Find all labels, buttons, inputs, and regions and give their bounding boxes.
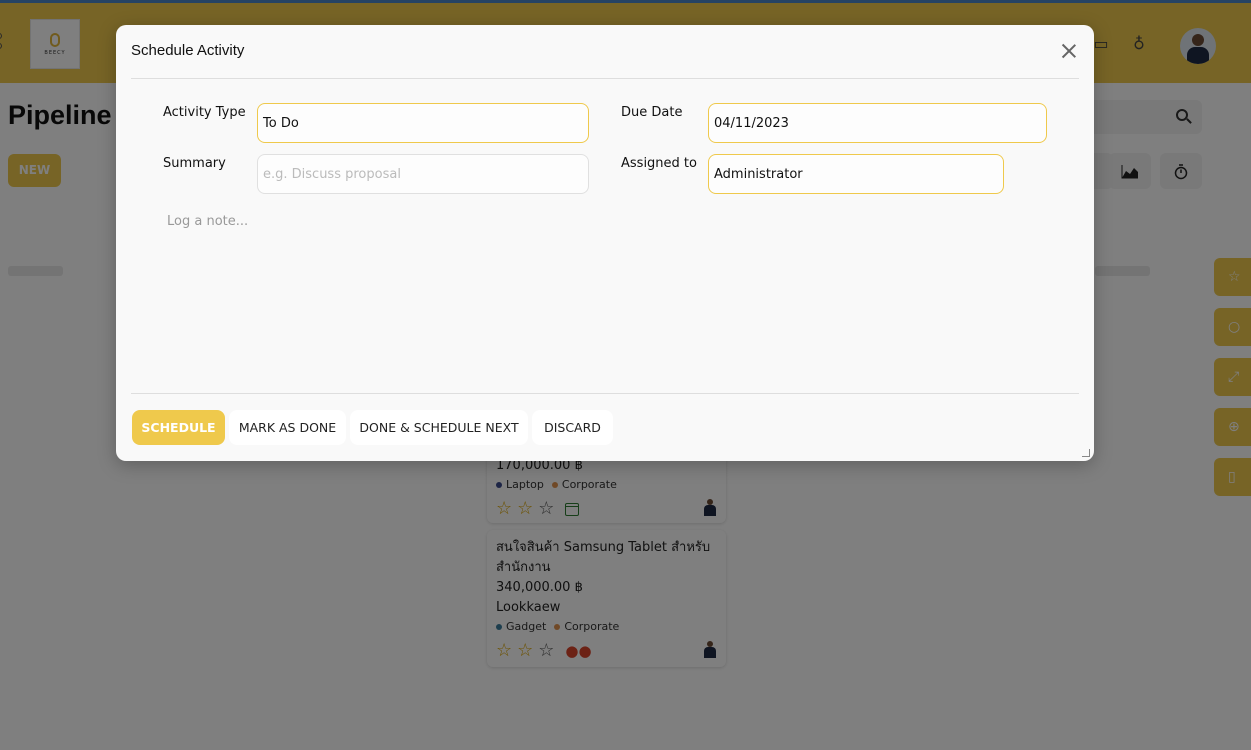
assigned-to-field[interactable]: Administrator [708, 154, 1004, 194]
dialog-title: Schedule Activity [131, 42, 245, 59]
schedule-activity-dialog: Schedule Activity Activity Type To Do Su… [116, 25, 1094, 461]
resize-handle-icon[interactable] [1082, 449, 1090, 457]
due-date-value: 04/11/2023 [714, 115, 789, 131]
mark-as-done-button[interactable]: MARK AS DONE [229, 410, 346, 445]
log-note-editor[interactable]: Log a note... [167, 214, 248, 229]
close-icon[interactable] [1059, 41, 1079, 61]
dialog-footer-divider [131, 393, 1079, 394]
dialog-header: Schedule Activity [131, 25, 1079, 79]
done-schedule-next-button[interactable]: DONE & SCHEDULE NEXT [350, 410, 528, 445]
assigned-to-label: Assigned to [621, 156, 697, 171]
discard-button[interactable]: DISCARD [532, 410, 613, 445]
summary-input[interactable] [263, 166, 583, 182]
assigned-to-value: Administrator [714, 166, 803, 182]
activity-type-value: To Do [263, 115, 299, 131]
summary-label: Summary [163, 156, 226, 171]
activity-type-label: Activity Type [163, 105, 246, 120]
due-date-field[interactable]: 04/11/2023 [708, 103, 1047, 143]
schedule-button[interactable]: SCHEDULE [132, 410, 225, 445]
due-date-label: Due Date [621, 105, 683, 120]
activity-type-field[interactable]: To Do [257, 103, 589, 143]
summary-field[interactable] [257, 154, 589, 194]
